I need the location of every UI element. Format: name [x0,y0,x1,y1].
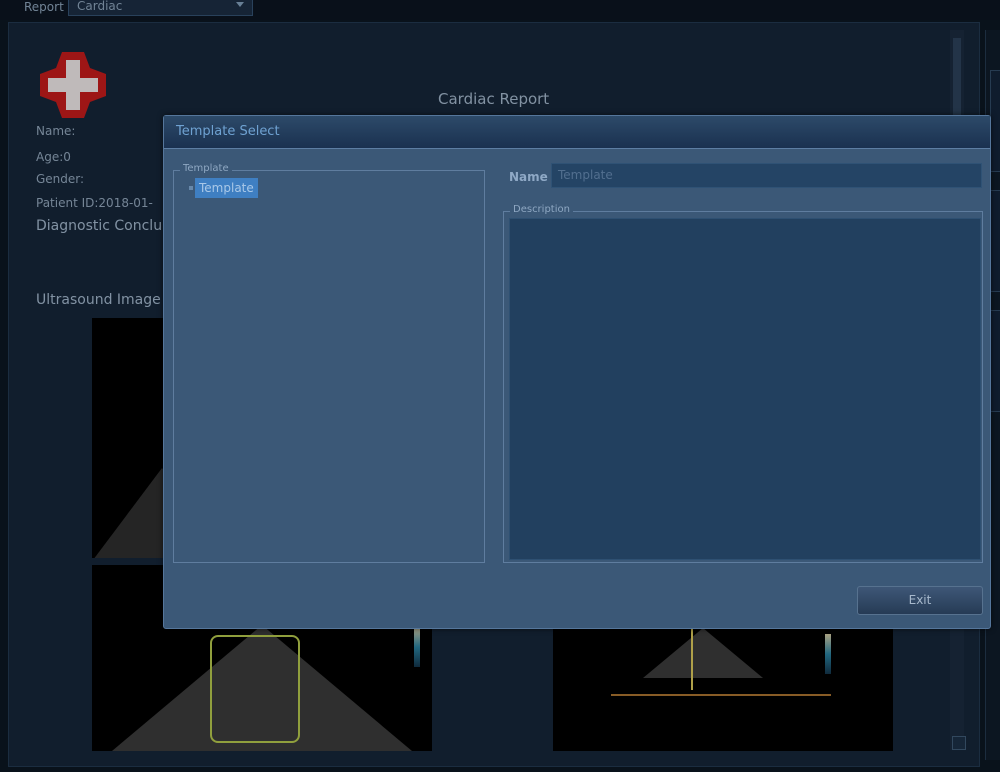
dialog-titlebar[interactable]: Template Select [164,116,990,149]
description-textarea[interactable] [509,218,981,560]
template-tree-panel: Template [173,163,485,563]
name-label: Name [509,170,548,184]
tree-node-bullet [189,186,193,190]
dialog-title: Template Select [176,124,280,139]
template-tree-legend: Template [180,163,232,175]
description-legend: Description [510,204,573,216]
exit-button[interactable]: Exit [857,586,983,615]
tree-item-template[interactable]: Template [195,178,258,198]
name-field[interactable]: Template [551,163,982,188]
